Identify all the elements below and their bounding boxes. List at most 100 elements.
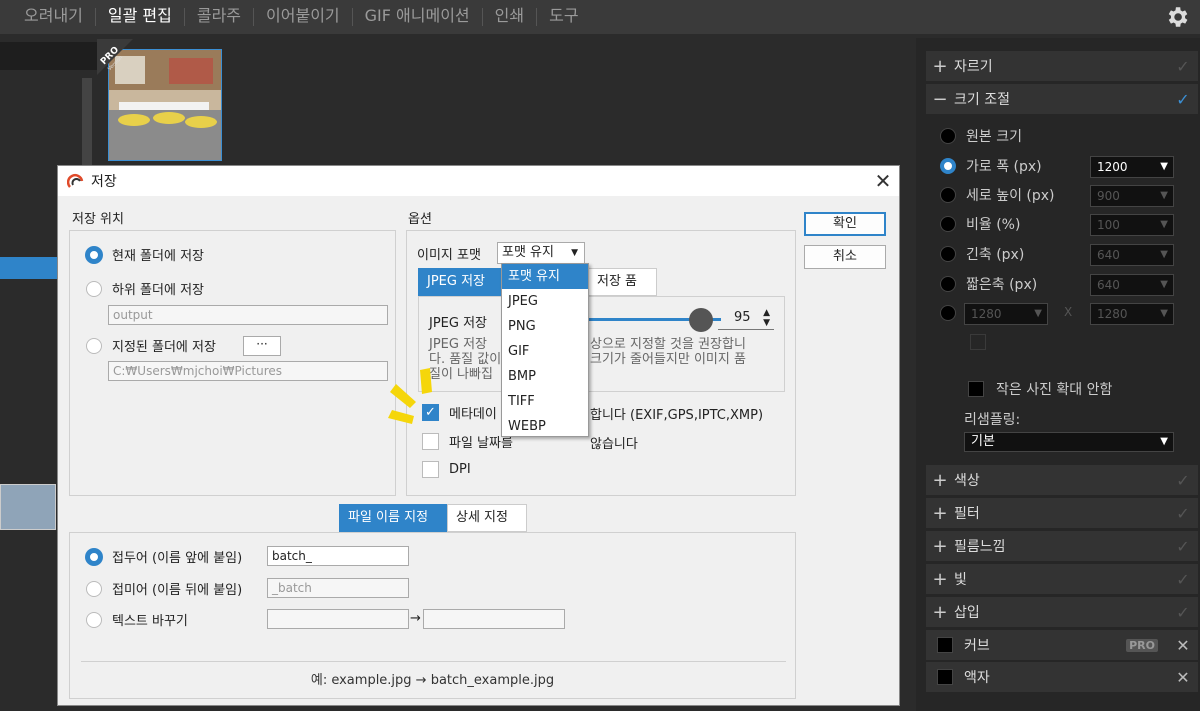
suffix-input[interactable]: _batch (267, 578, 409, 598)
dropdown-option[interactable]: GIF (502, 339, 588, 364)
radio-button[interactable] (940, 246, 956, 262)
menu-gif[interactable]: GIF 애니메이션 (353, 0, 482, 34)
no-enlarge-option[interactable]: 작은 사진 확대 안함 (968, 378, 1112, 400)
custom-width-select[interactable]: 1280 ▼ (964, 303, 1048, 325)
long-select[interactable]: 640 ▼ (1090, 244, 1174, 266)
checkbox[interactable] (937, 669, 953, 685)
replace-from-input[interactable] (267, 609, 409, 629)
dropdown-option[interactable]: PNG (502, 314, 588, 339)
radio-button[interactable] (940, 187, 956, 203)
radio-button[interactable] (86, 246, 102, 263)
ratio-select[interactable]: 100 ▼ (1090, 214, 1174, 236)
ok-button[interactable]: 확인 (804, 212, 886, 236)
section-color[interactable]: + 색상 ✓ (926, 465, 1198, 495)
spinner-arrows-icon[interactable]: ▲ ▼ (763, 308, 770, 328)
section-label: 색상 (954, 473, 980, 489)
thumbnail-small[interactable] (0, 484, 56, 530)
dropdown-option[interactable]: JPEG (502, 289, 588, 314)
browse-button[interactable]: ··· (243, 336, 281, 356)
resample-select[interactable]: 기본 ▼ (964, 432, 1174, 452)
option-prefix[interactable]: 접두어 (이름 앞에 붙임) (86, 547, 242, 566)
curve-toggle[interactable] (926, 637, 964, 653)
check-icon[interactable]: ✓ (1168, 570, 1198, 589)
menu-crop[interactable]: 오려내기 (12, 0, 95, 34)
menu-print[interactable]: 인쇄 (483, 0, 536, 34)
menu-batch-edit[interactable]: 일괄 편집 (96, 0, 184, 34)
custom-height-select[interactable]: 1280 ▼ (1090, 303, 1174, 325)
radio-button[interactable] (86, 548, 102, 565)
disabled-checkbox (970, 334, 986, 350)
check-icon[interactable]: ✓ (1168, 90, 1198, 109)
close-icon[interactable]: ✕ (1168, 668, 1198, 687)
quality-slider-handle[interactable] (689, 308, 713, 332)
tab-filename[interactable]: 파일 이름 지정 (339, 504, 447, 532)
opt-label: 작은 사진 확대 안함 (996, 382, 1113, 398)
menu-collage[interactable]: 콜라주 (185, 0, 253, 34)
tab-detail[interactable]: 상세 지정 (447, 504, 527, 532)
section-curve[interactable]: 커브 PRO ✕ (926, 630, 1198, 660)
scrollbar[interactable] (82, 78, 92, 178)
radio-button[interactable] (940, 158, 956, 174)
radio-button[interactable] (86, 337, 102, 354)
radio-button[interactable] (940, 216, 956, 232)
section-insert[interactable]: + 삽입 ✓ (926, 597, 1198, 627)
check-icon[interactable]: ✓ (1168, 537, 1198, 556)
option-suffix[interactable]: 접미어 (이름 뒤에 붙임) (86, 579, 242, 598)
check-icon[interactable]: ✓ (1168, 471, 1198, 490)
section-crop[interactable]: + 자르기 ✓ (926, 51, 1198, 81)
opt-custom[interactable] (940, 302, 966, 324)
close-icon[interactable]: ✕ (872, 170, 894, 192)
radio-button[interactable] (940, 305, 956, 321)
option-specified-folder[interactable]: 지정된 폴더에 저장 (86, 336, 216, 355)
plus-icon: + (932, 535, 948, 557)
opt-long[interactable]: 긴축 (px) (940, 243, 1024, 265)
close-icon[interactable]: ✕ (1168, 636, 1198, 655)
opt-width[interactable]: 가로 폭 (px) (940, 155, 1042, 177)
dpi-row[interactable]: DPI (422, 461, 471, 478)
replace-to-input[interactable] (423, 609, 565, 629)
tab-save-quality[interactable]: 저장 품질 (589, 268, 657, 315)
short-select[interactable]: 640 ▼ (1090, 274, 1174, 296)
section-frame[interactable]: 액자 ✕ (926, 662, 1198, 692)
option-replace[interactable]: 텍스트 바꾸기 (86, 610, 188, 629)
check-icon[interactable]: ✓ (1168, 57, 1198, 76)
section-film[interactable]: + 필름느낌 ✓ (926, 531, 1198, 561)
opt-short[interactable]: 짧은축 (px) (940, 273, 1037, 295)
subfolder-input[interactable]: output (108, 305, 388, 325)
tab-jpeg-save[interactable]: JPEG 저장 (418, 268, 502, 296)
opt-ratio[interactable]: 비율 (%) (940, 213, 1020, 235)
section-light[interactable]: + 빛 ✓ (926, 564, 1198, 594)
dropdown-option[interactable]: BMP (502, 364, 588, 389)
radio-button[interactable] (940, 276, 956, 292)
check-icon[interactable]: ✓ (1168, 504, 1198, 523)
radio-button[interactable] (940, 128, 956, 144)
menu-tools[interactable]: 도구 (537, 0, 590, 34)
height-select[interactable]: 900 ▼ (1090, 185, 1174, 207)
dropdown-option[interactable]: 포맷 유지 (502, 264, 588, 289)
radio-button[interactable] (86, 580, 102, 597)
section-filter[interactable]: + 필터 ✓ (926, 498, 1198, 528)
dropdown-option[interactable]: WEBP (502, 414, 588, 439)
check-icon[interactable]: ✓ (1168, 603, 1198, 622)
radio-button[interactable] (86, 611, 102, 628)
opt-original[interactable]: 원본 크기 (940, 125, 1022, 147)
format-select[interactable]: 포맷 유지 ▼ (497, 242, 585, 264)
gear-icon[interactable] (1164, 4, 1190, 30)
cancel-button[interactable]: 취소 (804, 245, 886, 269)
radio-button[interactable] (86, 280, 102, 297)
option-subfolder[interactable]: 하위 폴더에 저장 (86, 279, 204, 298)
prefix-input[interactable]: batch_ (267, 546, 409, 566)
quality-spinbox[interactable]: 95 ▲ ▼ (718, 308, 774, 330)
section-resize[interactable]: − 크기 조절 ✓ (926, 84, 1198, 114)
width-select[interactable]: 1200 ▼ (1090, 156, 1174, 178)
opt-height[interactable]: 세로 높이 (px) (940, 184, 1055, 206)
checkbox[interactable] (937, 637, 953, 653)
checkbox[interactable] (968, 381, 984, 397)
option-current-folder[interactable]: 현재 폴더에 저장 (86, 245, 204, 264)
folder-path-input[interactable]: C:₩Users₩mjchoi₩Pictures (108, 361, 388, 381)
frame-toggle[interactable] (926, 669, 964, 685)
checkbox[interactable] (422, 461, 439, 478)
menu-combine[interactable]: 이어붙이기 (254, 0, 352, 34)
dropdown-option[interactable]: TIFF (502, 389, 588, 414)
spin-value: 95 (734, 310, 751, 325)
